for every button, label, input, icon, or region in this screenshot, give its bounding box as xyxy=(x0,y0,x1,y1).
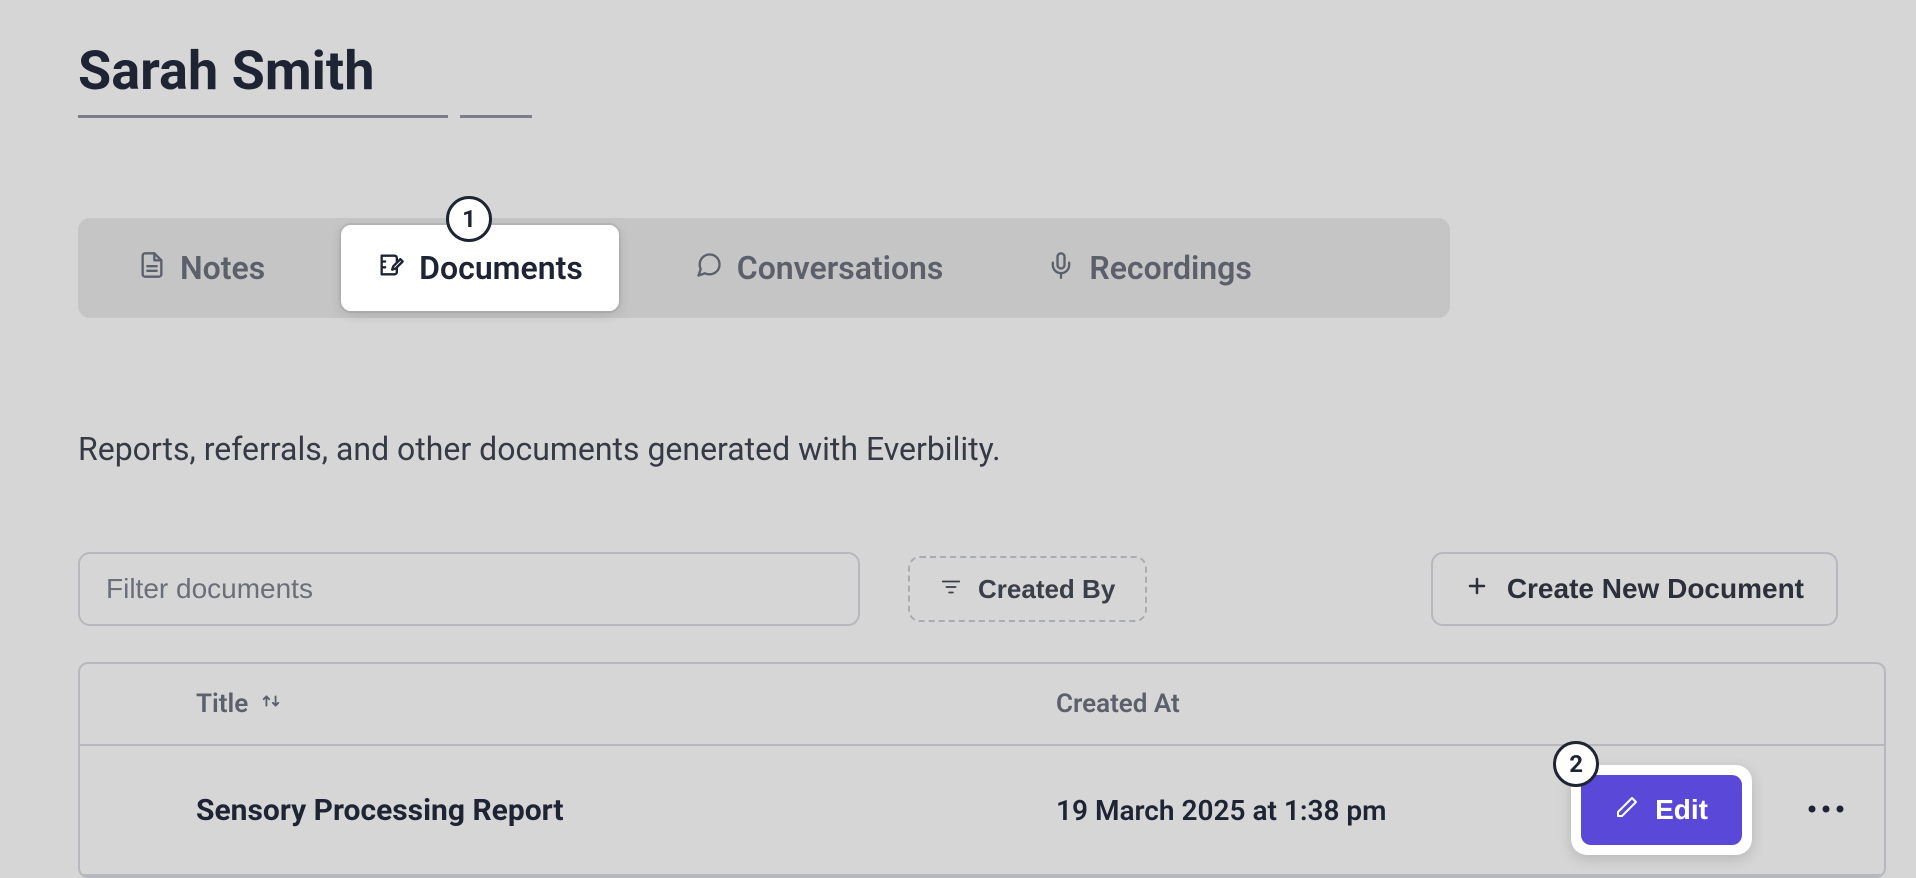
file-text-icon xyxy=(138,249,166,287)
plus-icon xyxy=(1465,573,1489,605)
sort-icon xyxy=(260,689,282,719)
edit-button[interactable]: Edit xyxy=(1581,775,1742,845)
more-actions-button[interactable] xyxy=(1800,795,1852,826)
callout-badge-1: 1 xyxy=(446,196,492,242)
tab-conversations-label: Conversations xyxy=(737,249,944,287)
document-created-at-cell: 19 March 2025 at 1:38 pm xyxy=(1056,794,1526,827)
table-row: Sensory Processing Report 19 March 2025 … xyxy=(80,746,1884,876)
pencil-icon xyxy=(1615,794,1639,826)
filter-documents-input[interactable] xyxy=(78,552,860,626)
row-actions: 2 Edit xyxy=(1571,765,1852,855)
callout-badge-2: 2 xyxy=(1553,741,1599,787)
page-title: Sarah Smith xyxy=(78,40,532,117)
tab-notes[interactable]: Notes xyxy=(110,233,293,303)
tabs-bar: Notes Documents Conversations Recordings xyxy=(78,218,1450,318)
table-header: Title Created At xyxy=(80,664,1884,746)
edit-button-label: Edit xyxy=(1655,794,1708,826)
tab-notes-label: Notes xyxy=(180,249,265,287)
column-header-created-at[interactable]: Created At xyxy=(1056,689,1526,719)
create-new-document-label: Create New Document xyxy=(1507,573,1804,605)
created-by-filter-button[interactable]: Created By xyxy=(908,556,1147,622)
documents-table: Title Created At Sensory Processing Repo… xyxy=(78,662,1886,878)
ellipsis-icon xyxy=(1808,803,1844,818)
documents-toolbar: Created By Create New Document xyxy=(78,552,1838,626)
filter-icon xyxy=(940,574,962,605)
microphone-icon xyxy=(1047,249,1075,287)
column-header-title[interactable]: Title xyxy=(196,689,1056,719)
tab-conversations[interactable]: Conversations xyxy=(667,233,972,303)
tab-recordings-label: Recordings xyxy=(1089,249,1251,287)
column-title-label: Title xyxy=(196,689,248,719)
title-underline xyxy=(78,115,532,118)
create-new-document-button[interactable]: Create New Document xyxy=(1431,552,1838,626)
document-title-cell[interactable]: Sensory Processing Report xyxy=(196,793,1056,828)
created-by-label: Created By xyxy=(978,574,1115,605)
documents-description: Reports, referrals, and other documents … xyxy=(78,430,1838,468)
notebook-pen-icon xyxy=(377,249,405,287)
message-circle-icon xyxy=(695,249,723,287)
tab-recordings[interactable]: Recordings xyxy=(1019,233,1279,303)
tab-documents-label: Documents xyxy=(419,249,583,287)
